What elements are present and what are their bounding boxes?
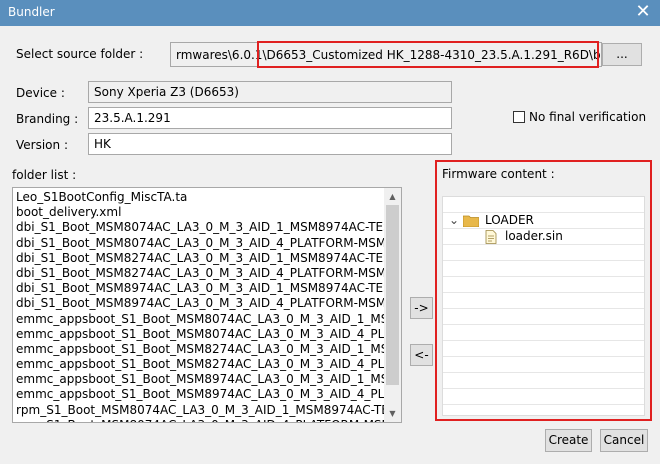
- list-item[interactable]: emmc_appsboot_S1_Boot_MSM8974AC_LA3_0_M_…: [13, 372, 401, 387]
- list-item[interactable]: emmc_appsboot_S1_Boot_MSM8974AC_LA3_0_M_…: [13, 387, 401, 402]
- window-title: Bundler: [8, 5, 55, 19]
- expand-chevron-icon[interactable]: ⌄: [449, 213, 459, 227]
- tree-row-empty: [443, 197, 644, 213]
- folder-icon: [463, 215, 479, 227]
- title-bar: [0, 0, 660, 26]
- tree-empty-row: [443, 341, 644, 357]
- device-label: Device :: [16, 86, 65, 100]
- tree-empty-row: [443, 373, 644, 389]
- version-label: Version :: [16, 138, 68, 152]
- tree-empty-row: [443, 245, 644, 261]
- list-item[interactable]: emmc_appsboot_S1_Boot_MSM8074AC_LA3_0_M_…: [13, 327, 401, 342]
- firmware-content-label: Firmware content :: [442, 167, 555, 181]
- remove-from-firmware-button[interactable]: <-: [410, 344, 433, 366]
- device-field[interactable]: Sony Xperia Z3 (D6653): [88, 81, 452, 103]
- folder-list-items: Leo_S1BootConfig_MiscTA.ta boot_delivery.…: [13, 188, 401, 422]
- tree-empty-row: [443, 261, 644, 277]
- tree-folder-name: LOADER: [485, 213, 534, 227]
- list-item[interactable]: dbi_S1_Boot_MSM8274AC_LA3_0_M_3_AID_4_PL…: [13, 266, 401, 281]
- close-button[interactable]: ✕: [626, 0, 660, 26]
- tree-empty-row: [443, 357, 644, 373]
- scroll-thumb[interactable]: [386, 205, 399, 385]
- list-item[interactable]: rpm_S1_Boot_MSM8074AC_LA3_0_M_3_AID_1_MS…: [13, 403, 401, 418]
- file-icon: [485, 230, 497, 244]
- tree-empty-row: [443, 293, 644, 309]
- no-final-verification-checkbox[interactable]: [513, 111, 525, 123]
- folder-list-scrollbar[interactable]: ▲ ▼: [384, 188, 401, 422]
- branding-field[interactable]: 23.5.A.1.291: [88, 107, 452, 129]
- source-path-prefix: rmwares\6.0.1\: [176, 48, 267, 62]
- list-item[interactable]: rpm_S1_Boot_MSM8074AC_LA3_0_M_3_AID_4_PL…: [13, 418, 401, 422]
- cancel-button[interactable]: Cancel: [600, 429, 648, 452]
- list-item[interactable]: emmc_appsboot_S1_Boot_MSM8074AC_LA3_0_M_…: [13, 312, 401, 327]
- list-item[interactable]: dbi_S1_Boot_MSM8274AC_LA3_0_M_3_AID_1_MS…: [13, 251, 401, 266]
- list-item[interactable]: dbi_S1_Boot_MSM8074AC_LA3_0_M_3_AID_1_MS…: [13, 220, 401, 235]
- tree-empty-row: [443, 309, 644, 325]
- list-item[interactable]: dbi_S1_Boot_MSM8974AC_LA3_0_M_3_AID_4_PL…: [13, 296, 401, 311]
- list-item[interactable]: emmc_appsboot_S1_Boot_MSM8274AC_LA3_0_M_…: [13, 357, 401, 372]
- tree-file-name: loader.sin: [505, 229, 563, 243]
- tree-folder-row[interactable]: ⌄ LOADER: [443, 213, 644, 229]
- list-item[interactable]: dbi_S1_Boot_MSM8974AC_LA3_0_M_3_AID_1_MS…: [13, 281, 401, 296]
- add-to-firmware-button[interactable]: ->: [410, 297, 433, 319]
- tree-file-row[interactable]: loader.sin: [443, 229, 644, 245]
- scroll-down-arrow-icon[interactable]: ▼: [384, 405, 401, 422]
- tree-empty-row: [443, 325, 644, 341]
- path-highlight-box: [257, 41, 599, 68]
- scroll-up-arrow-icon[interactable]: ▲: [384, 188, 401, 205]
- list-item[interactable]: emmc_appsboot_S1_Boot_MSM8274AC_LA3_0_M_…: [13, 342, 401, 357]
- list-item[interactable]: Leo_S1BootConfig_MiscTA.ta: [13, 190, 401, 205]
- create-button[interactable]: Create: [545, 429, 592, 452]
- tree-filler-rows: [443, 245, 644, 405]
- branding-label: Branding :: [16, 112, 79, 126]
- tree-empty-row: [443, 389, 644, 405]
- no-final-verification-label: No final verification: [529, 110, 647, 124]
- folder-list[interactable]: Leo_S1BootConfig_MiscTA.ta boot_delivery.…: [12, 187, 402, 423]
- source-folder-label: Select source folder :: [16, 47, 144, 61]
- browse-button[interactable]: ...: [602, 43, 642, 66]
- list-item[interactable]: dbi_S1_Boot_MSM8074AC_LA3_0_M_3_AID_4_PL…: [13, 236, 401, 251]
- list-item[interactable]: boot_delivery.xml: [13, 205, 401, 220]
- version-field[interactable]: HK: [88, 133, 452, 155]
- folder-list-label: folder list :: [12, 168, 77, 182]
- firmware-tree[interactable]: ⌄ LOADER loader.sin: [442, 196, 645, 416]
- tree-empty-row: [443, 277, 644, 293]
